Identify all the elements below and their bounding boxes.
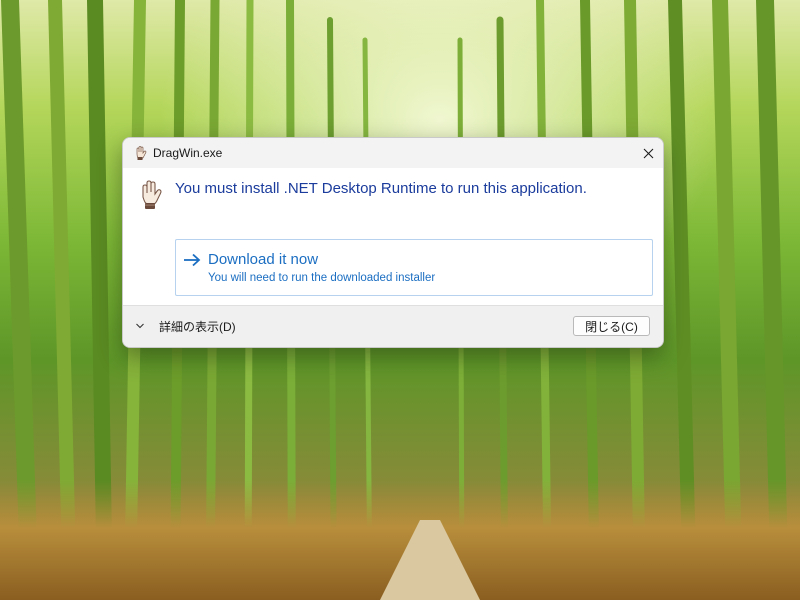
dialog-content: You must install .NET Desktop Runtime to… <box>123 168 663 305</box>
waving-hand-icon <box>136 146 147 160</box>
dialog-footer: 詳細の表示(D) 閉じる(C) <box>123 305 663 347</box>
error-dialog: DragWin.exe You must install .NET Deskto… <box>122 137 664 348</box>
desktop: DragWin.exe You must install .NET Deskto… <box>0 0 800 600</box>
command-link-title: Download it now <box>208 251 319 268</box>
arrow-right-icon <box>184 253 201 267</box>
main-instruction: You must install .NET Desktop Runtime to… <box>175 180 587 197</box>
window-title: DragWin.exe <box>153 146 223 160</box>
close-window-button[interactable] <box>633 138 663 168</box>
command-link-note: You will need to run the downloaded inst… <box>208 272 436 284</box>
close-icon <box>643 148 653 158</box>
download-now-command-link[interactable]: Download it now You will need to run the… <box>175 239 653 296</box>
title-bar[interactable]: DragWin.exe <box>123 138 663 168</box>
show-details-label: 詳細の表示(D) <box>159 319 236 334</box>
show-details-toggle[interactable]: 詳細の表示(D) <box>135 316 236 336</box>
chevron-down-icon <box>136 323 144 329</box>
waving-hand-icon <box>142 180 162 209</box>
close-button[interactable]: 閉じる(C) <box>573 316 650 336</box>
